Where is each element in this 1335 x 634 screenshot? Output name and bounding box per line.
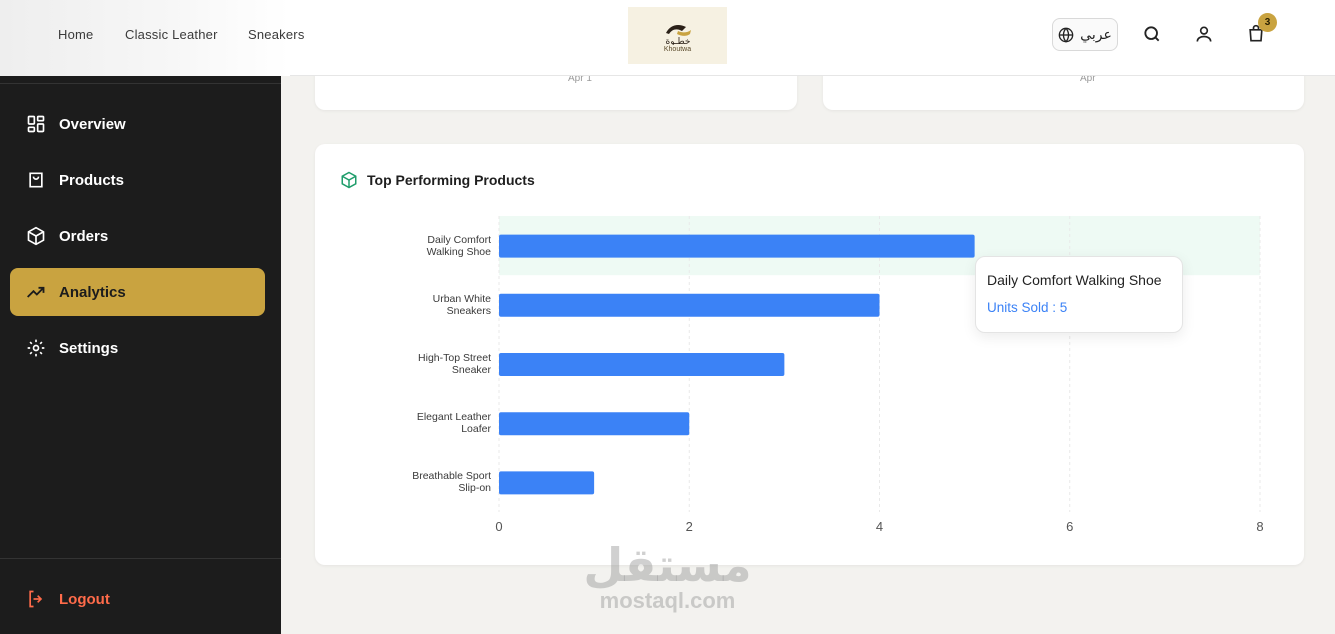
logo-arabic-text: خطـوة <box>665 37 690 45</box>
watermark: مستقل mostaql.com <box>560 540 775 612</box>
bar[interactable] <box>499 234 975 258</box>
x-axis-tick-label: 0 <box>495 519 503 534</box>
account-button[interactable] <box>1192 22 1216 46</box>
x-axis-tick-label: 6 <box>1066 519 1074 534</box>
nav-link-home[interactable]: Home <box>58 27 93 42</box>
language-label: عربي <box>1080 26 1112 42</box>
logout-button[interactable]: Logout <box>10 575 265 623</box>
category-label-line: High-Top Street <box>418 352 491 364</box>
sidebar-item-label: Overview <box>59 115 126 133</box>
logout-icon <box>29 590 43 608</box>
shopping-bag-icon <box>29 172 43 188</box>
chart-tooltip: Daily Comfort Walking Shoe Units Sold : … <box>975 256 1183 333</box>
category-label: Elegant Leather Loafer <box>321 411 491 435</box>
sidebar-item-label: Orders <box>59 227 109 245</box>
logo-mark-icon: خطـوة <box>665 24 691 45</box>
language-switch-button[interactable]: عربي <box>1052 18 1118 51</box>
category-label-line: Sneaker <box>451 364 491 376</box>
category-label-line: Daily Comfort <box>427 233 491 246</box>
category-label-line: Slip-on <box>458 482 491 495</box>
sidebar-item-products[interactable]: Products <box>10 156 265 204</box>
bar[interactable] <box>499 412 690 436</box>
sidebar-item-label: Settings <box>59 339 119 357</box>
x-axis-tick-label: 8 <box>1256 519 1264 534</box>
sidebar-item-orders[interactable]: Orders <box>10 212 265 260</box>
category-label-line: Walking Shoe <box>426 245 491 258</box>
category-label: High-Top Street Sneaker <box>321 352 491 376</box>
brand-logo[interactable]: خطـوة Khoutwa <box>628 7 727 64</box>
sidebar-item-settings[interactable]: Settings <box>10 324 265 372</box>
sidebar-item-label: Products <box>59 171 125 189</box>
cart-count-badge: 3 <box>1258 13 1277 32</box>
top-navbar: Home Classic Leather Sneakers خطـوة Khou… <box>0 0 1335 76</box>
bar[interactable] <box>499 353 785 376</box>
sidebar-divider <box>0 83 281 84</box>
gear-icon <box>27 339 45 357</box>
trending-up-icon <box>27 286 45 298</box>
nav-link-classic-leather[interactable]: Classic Leather <box>125 27 218 42</box>
sidebar-item-overview[interactable]: Overview <box>10 100 265 148</box>
category-label-line: Breathable Sport <box>412 470 491 483</box>
sidebar: Overview Products Orders Analytics Setti… <box>0 76 281 634</box>
x-axis-tick-label: 2 <box>685 519 693 534</box>
watermark-arabic: مستقل <box>583 538 752 592</box>
category-label-line: Loafer <box>461 423 491 436</box>
logout-label: Logout <box>59 590 110 608</box>
package-icon <box>27 226 45 246</box>
bar[interactable] <box>499 293 880 317</box>
tooltip-value: Units Sold : 5 <box>987 300 1068 315</box>
sidebar-divider <box>0 558 281 559</box>
grid-icon <box>27 115 45 133</box>
user-icon <box>1196 26 1212 42</box>
watermark-domain: mostaql.com <box>599 588 736 613</box>
category-label: Urban White Sneakers <box>321 293 491 317</box>
search-icon <box>1144 26 1160 42</box>
nav-link-sneakers[interactable]: Sneakers <box>248 27 305 42</box>
x-axis-tick-label: 4 <box>875 519 884 534</box>
bar[interactable] <box>499 471 595 495</box>
search-button[interactable] <box>1140 22 1164 46</box>
category-label-line: Urban White <box>432 292 491 305</box>
globe-icon <box>1058 27 1074 43</box>
sidebar-item-analytics[interactable]: Analytics <box>10 268 265 316</box>
category-label: Daily Comfort Walking Shoe <box>321 234 491 258</box>
tooltip-title: Daily Comfort Walking Shoe <box>987 272 1162 288</box>
category-label: Breathable Sport Slip-on <box>321 470 491 494</box>
category-label-line: Sneakers <box>446 304 491 317</box>
top-products-card: Top Performing Products 0 2 4 6 8 Daily Comfo… <box>315 144 1304 565</box>
category-label-line: Elegant Leather <box>416 411 491 424</box>
logo-caption: Khoutwa <box>663 45 692 53</box>
sidebar-item-label: Analytics <box>59 283 126 301</box>
